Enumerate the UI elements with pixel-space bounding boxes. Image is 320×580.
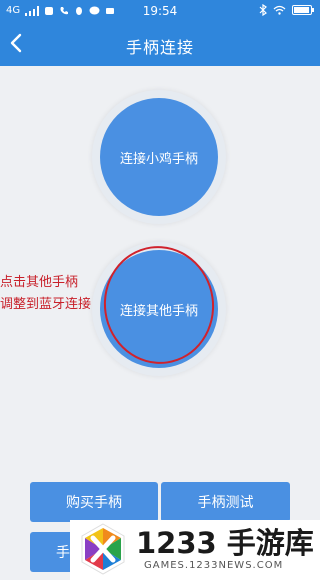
bottom-partial-label: 手 bbox=[56, 545, 70, 561]
buy-gamepad-button[interactable]: 购买手柄 bbox=[30, 482, 158, 522]
page-title: 手柄连接 bbox=[125, 38, 194, 57]
gamepad-test-label: 手柄测试 bbox=[197, 495, 254, 511]
battery-icon bbox=[292, 5, 314, 15]
watermark: 1233 手游库 GAMES.1233NEWS.COM bbox=[70, 520, 320, 580]
site-logo-icon bbox=[81, 523, 125, 575]
annotation-text: 点击其他手柄 调整到蓝牙连接 bbox=[0, 272, 91, 316]
connect-xiaoji-label: 连接小鸡手柄 bbox=[119, 151, 198, 167]
bluetooth-icon bbox=[259, 4, 267, 16]
title-bar: 手柄连接 bbox=[0, 22, 320, 66]
watermark-brand: 1233 手游库 bbox=[136, 526, 314, 560]
connect-xiaoji-button[interactable]: 连接小鸡手柄 bbox=[100, 98, 218, 216]
gamepad-test-button[interactable]: 手柄测试 bbox=[161, 482, 290, 522]
status-right bbox=[259, 4, 314, 16]
wifi-icon bbox=[273, 5, 286, 15]
status-bar: 4G 19:54 bbox=[0, 0, 320, 22]
buy-gamepad-label: 购买手柄 bbox=[66, 495, 122, 511]
watermark-domain: GAMES.1233NEWS.COM bbox=[144, 560, 284, 571]
annotation-line-1: 点击其他手柄 bbox=[0, 275, 79, 290]
annotation-line-2: 调整到蓝牙连接 bbox=[0, 297, 92, 312]
